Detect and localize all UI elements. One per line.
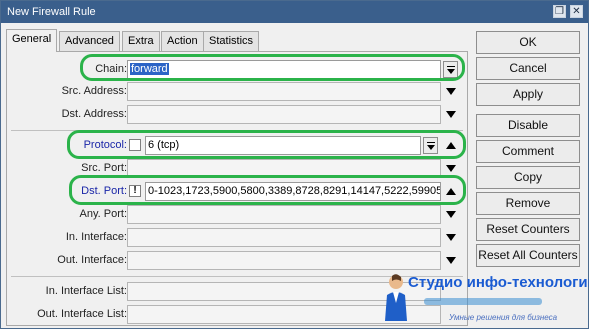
cancel-button[interactable]: Cancel	[476, 57, 580, 80]
ok-button[interactable]: OK	[476, 31, 580, 54]
dst-address-field[interactable]	[127, 105, 441, 124]
dst-port-value: 0-1023,1723,5900,5800,3389,8728,8291,141…	[148, 185, 441, 197]
dst-port-negate-checkbox[interactable]: !	[129, 185, 141, 197]
in-interface-row: In. Interface:	[7, 228, 469, 248]
src-address-field[interactable]	[127, 82, 441, 101]
comment-button[interactable]: Comment	[476, 140, 580, 163]
chain-field[interactable]: forward	[127, 60, 441, 79]
expand-down-icon[interactable]	[446, 165, 456, 173]
dropdown-arrow-icon	[447, 66, 455, 74]
any-port-row: Any. Port:	[7, 205, 469, 225]
tab-action[interactable]: Action	[161, 31, 204, 51]
title-bar[interactable]: New Firewall Rule ❐ ✕	[1, 1, 588, 23]
protocol-row: Protocol: 6 (tcp)	[7, 136, 469, 156]
expand-down-icon[interactable]	[446, 88, 456, 96]
out-interface-field[interactable]	[127, 251, 441, 270]
in-interface-label: In. Interface:	[65, 231, 127, 243]
src-address-row: Src. Address:	[7, 82, 469, 102]
chain-row: Chain: forward	[7, 60, 469, 80]
protocol-label: Protocol:	[83, 139, 127, 151]
protocol-value: 6 (tcp)	[148, 139, 180, 151]
in-interface-list-label: In. Interface List:	[45, 285, 127, 297]
dst-port-row: Dst. Port: ! 0-1023,1723,5900,5800,3389,…	[7, 182, 469, 202]
reset-counters-button[interactable]: Reset Counters	[476, 218, 580, 241]
expand-down-icon[interactable]	[446, 211, 456, 219]
protocol-field[interactable]: 6 (tcp)	[145, 136, 421, 155]
section-divider	[11, 130, 463, 131]
dst-address-row: Dst. Address:	[7, 105, 469, 125]
src-port-row: Src. Port:	[7, 159, 469, 179]
close-button[interactable]: ✕	[570, 5, 583, 18]
chain-value: forward	[130, 63, 169, 75]
expand-down-icon[interactable]	[446, 257, 456, 265]
tab-general[interactable]: General	[6, 29, 58, 52]
src-address-label: Src. Address:	[61, 85, 127, 97]
watermark-subtitle: Умные решения для бизнеса	[449, 313, 558, 322]
firewall-rule-window: New Firewall Rule ❐ ✕ General Advanced E…	[0, 0, 589, 329]
tab-advanced[interactable]: Advanced	[59, 31, 120, 51]
out-interface-label: Out. Interface:	[57, 254, 127, 266]
collapse-up-icon[interactable]	[446, 142, 456, 150]
src-port-label: Src. Port:	[81, 162, 127, 174]
src-port-field[interactable]	[127, 159, 441, 178]
chain-label: Chain:	[95, 63, 127, 75]
dst-port-field[interactable]: 0-1023,1723,5900,5800,3389,8728,8291,141…	[145, 182, 441, 201]
chain-dropdown-button[interactable]	[443, 61, 458, 78]
any-port-label: Any. Port:	[79, 208, 127, 220]
tab-statistics[interactable]: Statistics	[203, 31, 260, 51]
watermark-title: Студио инфо-технологии	[408, 274, 589, 291]
collapse-up-icon[interactable]	[446, 188, 456, 196]
studio-logo-watermark: Студио инфо-технологии Умные решения для…	[379, 269, 589, 329]
expand-down-icon[interactable]	[446, 234, 456, 242]
dst-port-label: Dst. Port:	[81, 185, 127, 197]
expand-down-icon[interactable]	[446, 111, 456, 119]
watermark-stripe	[424, 298, 542, 305]
person-icon	[385, 274, 407, 321]
dst-address-label: Dst. Address:	[61, 108, 127, 120]
protocol-dropdown-button[interactable]	[423, 137, 438, 154]
out-interface-row: Out. Interface:	[7, 251, 469, 271]
any-port-field[interactable]	[127, 205, 441, 224]
copy-button[interactable]: Copy	[476, 166, 580, 189]
apply-button[interactable]: Apply	[476, 83, 580, 106]
in-interface-field[interactable]	[127, 228, 441, 247]
out-interface-list-label: Out. Interface List:	[37, 308, 127, 320]
disable-button[interactable]: Disable	[476, 114, 580, 137]
reset-all-counters-button[interactable]: Reset All Counters	[476, 244, 580, 267]
remove-button[interactable]: Remove	[476, 192, 580, 215]
tab-extra[interactable]: Extra	[122, 31, 160, 51]
restore-button[interactable]: ❐	[553, 5, 566, 18]
dropdown-arrow-icon	[427, 142, 435, 150]
protocol-negate-checkbox[interactable]	[129, 139, 141, 151]
window-title: New Firewall Rule	[7, 6, 96, 18]
